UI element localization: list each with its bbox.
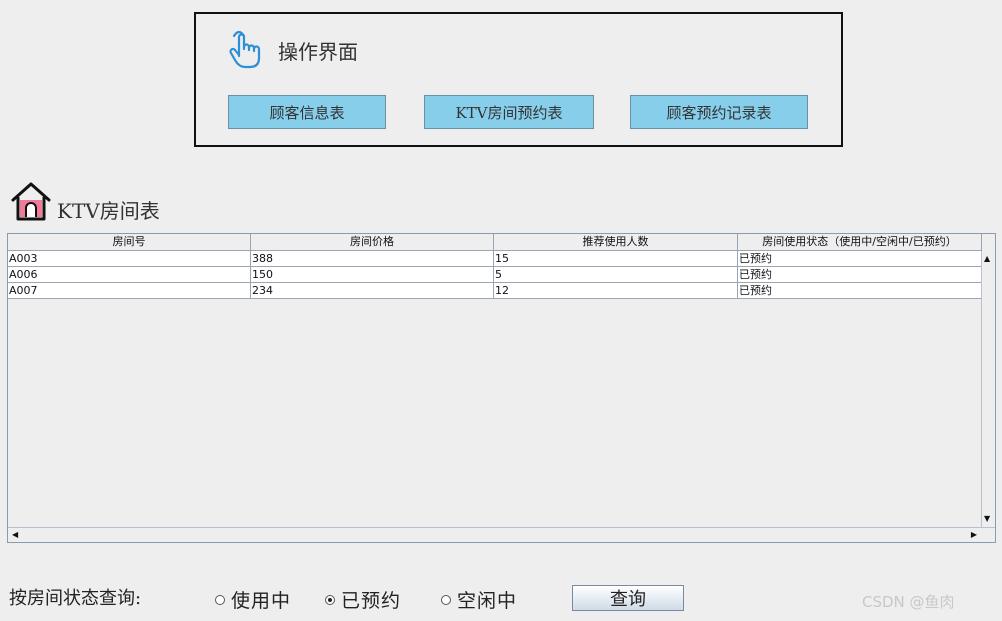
cell-room-price[interactable]: 234: [251, 283, 494, 299]
section-header: KTV房间表: [9, 180, 160, 226]
radio-idle[interactable]: 空闲中: [441, 586, 517, 613]
ktv-room-booking-button[interactable]: KTV房间预约表: [424, 95, 594, 129]
room-table[interactable]: 房间号 房间价格 推荐使用人数 房间使用状态（使用中/空闲中/已预约） A003…: [7, 233, 996, 543]
table-row[interactable]: A003 388 15 已预约: [8, 251, 982, 267]
table-row[interactable]: A007 234 12 已预约: [8, 283, 982, 299]
scroll-down-arrow-icon[interactable]: ▼: [984, 515, 990, 523]
horizontal-scrollbar[interactable]: ◀ ▶: [8, 527, 995, 542]
watermark: CSDN @鱼肉: [862, 593, 955, 611]
cell-room-number[interactable]: A003: [8, 251, 251, 267]
table-body: A003 388 15 已预约 A006 150 5 已预约 A007 234 …: [8, 251, 982, 299]
column-header-recommended-people[interactable]: 推荐使用人数: [494, 234, 738, 251]
query-label: 按房间状态查询:: [9, 588, 142, 609]
radio-label[interactable]: 已预约: [341, 586, 401, 613]
panel-header: 操作界面: [226, 26, 358, 74]
radio-label[interactable]: 空闲中: [457, 586, 517, 613]
cell-room-status[interactable]: 已预约: [738, 283, 982, 299]
column-header-room-number[interactable]: 房间号: [8, 234, 251, 251]
cell-room-status[interactable]: 已预约: [738, 251, 982, 267]
hand-pointer-icon: [226, 26, 266, 74]
query-button[interactable]: 查询: [572, 585, 684, 611]
cell-room-number[interactable]: A006: [8, 267, 251, 283]
cell-recommended-people[interactable]: 12: [494, 283, 738, 299]
radio-in-use[interactable]: 使用中: [215, 586, 291, 613]
cell-recommended-people[interactable]: 15: [494, 251, 738, 267]
table-row[interactable]: A006 150 5 已预约: [8, 267, 982, 283]
radio-button[interactable]: [215, 594, 225, 605]
cell-room-price[interactable]: 388: [251, 251, 494, 267]
panel-title: 操作界面: [278, 39, 358, 64]
scroll-right-arrow-icon[interactable]: ▶: [971, 531, 977, 539]
column-header-room-status[interactable]: 房间使用状态（使用中/空闲中/已预约）: [738, 234, 982, 251]
cell-recommended-people[interactable]: 5: [494, 267, 738, 283]
radio-label[interactable]: 使用中: [231, 586, 291, 613]
table-header: 房间号 房间价格 推荐使用人数 房间使用状态（使用中/空闲中/已预约）: [8, 234, 982, 251]
scroll-up-arrow-icon[interactable]: ▲: [984, 255, 990, 263]
radio-button[interactable]: [325, 594, 335, 605]
customer-info-button[interactable]: 顾客信息表: [228, 95, 386, 129]
radio-button[interactable]: [441, 594, 451, 605]
operation-panel: 操作界面 顾客信息表 KTV房间预约表 顾客预约记录表: [194, 12, 843, 147]
section-title: KTV房间表: [57, 199, 160, 223]
scroll-left-arrow-icon[interactable]: ◀: [12, 531, 18, 539]
table-header-corner: [981, 234, 995, 251]
house-icon: [9, 180, 53, 226]
cell-room-number[interactable]: A007: [8, 283, 251, 299]
radio-reserved[interactable]: 已预约: [325, 586, 401, 613]
customer-booking-records-button[interactable]: 顾客预约记录表: [630, 95, 808, 129]
column-header-room-price[interactable]: 房间价格: [251, 234, 494, 251]
cell-room-status[interactable]: 已预约: [738, 267, 982, 283]
vertical-scrollbar[interactable]: ▲ ▼: [981, 251, 995, 527]
cell-room-price[interactable]: 150: [251, 267, 494, 283]
